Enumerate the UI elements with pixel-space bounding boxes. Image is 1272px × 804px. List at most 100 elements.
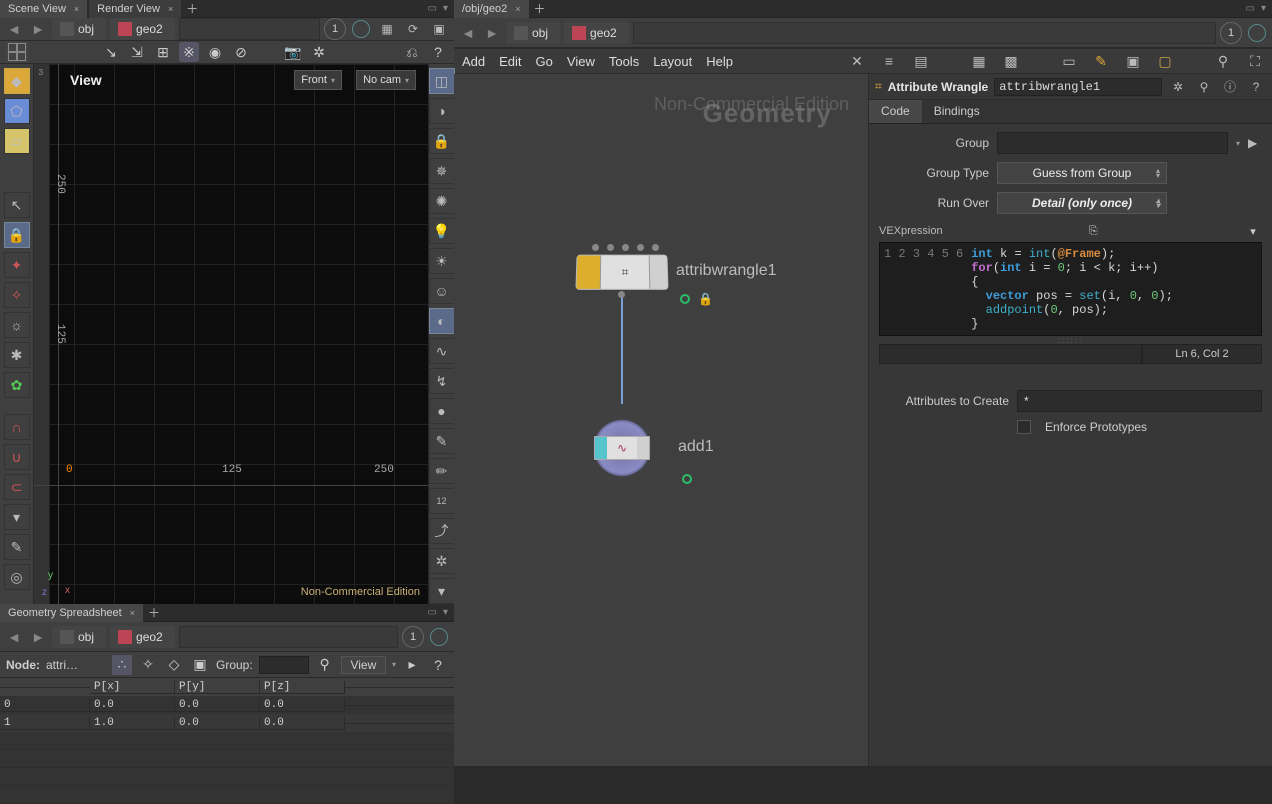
help-icon[interactable]: ? [428,655,448,675]
menu-caret-icon[interactable]: ▾ [443,3,448,14]
update-icon[interactable]: ⟳ [402,18,424,40]
disp-curve[interactable]: ∿ [429,338,455,364]
disp-tag[interactable]: 12 [429,488,455,514]
new-tab-button[interactable]: ＋ [183,0,201,17]
gear-icon[interactable]: ✲ [309,42,329,62]
tool-box[interactable]: ▱ [4,128,30,154]
tool-color[interactable]: ✿ [4,372,30,398]
menu-help[interactable]: Help [706,54,733,69]
breadcrumb-obj[interactable]: obj [52,626,106,648]
group-caret-icon[interactable]: ▾ [1236,139,1240,148]
tool-spot[interactable]: ☼ [4,312,30,338]
col-hdr-pz[interactable]: P[z] [260,681,345,694]
maximize-icon[interactable]: ▭ [428,3,437,14]
disp-paint[interactable]: ✎ [429,428,455,454]
group-field[interactable] [259,656,309,674]
breadcrumb-geo2[interactable]: geo2 [110,18,175,40]
node-attribwrangle1[interactable]: ⌗ attribwrangle1 🔒 [576,254,668,290]
class-verts-icon[interactable]: ✧ [138,655,158,675]
disp-bulb1[interactable]: 💡 [429,218,455,244]
disp-wire[interactable]: ◫ [429,68,455,94]
vex-code-editor[interactable]: 1 2 3 4 5 6 int k = int(@Frame); for(int… [879,242,1262,336]
box-icon[interactable]: ▢ [1156,52,1174,70]
take-icon[interactable]: ▦ [376,18,398,40]
disp-pen[interactable]: ✏ [429,458,455,484]
menu-caret-icon[interactable]: ▾ [443,607,448,618]
tool-brush[interactable]: ✎ [4,534,30,560]
vex-menu-icon[interactable]: ▾ [1244,222,1262,240]
breadcrumb-obj[interactable]: obj [506,22,560,44]
pin-indicator[interactable]: 1 [1220,22,1242,44]
nav-back-button[interactable]: ◄ [4,627,24,647]
palette2-icon[interactable]: ▩ [1002,52,1020,70]
class-detail-icon[interactable]: ▣ [190,655,210,675]
tool-caret[interactable]: ▾ [4,504,30,530]
view-front-dropdown[interactable]: Front▾ [294,70,342,90]
snap-grid-icon[interactable]: ⊞ [153,42,173,62]
group-picker-icon[interactable]: ▶ [1248,136,1262,150]
nav-back-button[interactable]: ◄ [458,23,478,43]
image-icon[interactable]: ▣ [1124,52,1142,70]
pin-indicator[interactable]: 1 [402,626,424,648]
page-icon[interactable]: ▤ [912,52,930,70]
tool-bug[interactable]: ✱ [4,342,30,368]
nav-fwd-button[interactable]: ► [28,627,48,647]
vex-editor-icon[interactable]: ⎘ [1084,222,1102,240]
tool-create-geo[interactable]: ◆ [4,68,30,94]
tool-primitive[interactable]: ⬠ [4,98,30,124]
sticky-icon[interactable]: ▭ [1060,52,1078,70]
maximize-icon[interactable]: ▭ [1246,3,1255,14]
resize-handle[interactable]: :::::: [879,336,1262,344]
node-path[interactable]: attri… [46,658,106,672]
disp-light2[interactable]: ✺ [429,188,455,214]
link-icon[interactable] [430,628,448,646]
info-icon[interactable]: ⓘ [1220,77,1240,97]
view-dropdown[interactable]: View [341,656,386,674]
menu-edit[interactable]: Edit [499,54,521,69]
tool-magnet2[interactable]: ∪ [4,444,30,470]
viewport[interactable]: 3 View Front▾ No cam▾ 250 125 0 125 250 … [34,64,428,604]
tool-magnet1[interactable]: ∩ [4,414,30,440]
disp-head[interactable]: ☺ [429,278,455,304]
menu-caret-icon[interactable]: ▾ [1261,3,1266,14]
disp-shaded[interactable]: ◐ [429,308,455,334]
disp-up[interactable]: ⤴ [429,518,455,544]
render-icon[interactable]: ▣ [428,18,450,40]
menu-add[interactable]: Add [462,54,485,69]
snap-point-icon[interactable]: ↘ [101,42,121,62]
note-icon[interactable]: ✎ [1092,52,1110,70]
tool-light-red[interactable]: ✦ [4,252,30,278]
nav-back-button[interactable]: ◄ [4,19,24,39]
nav-fwd-button[interactable]: ► [28,19,48,39]
path-dropdown[interactable] [179,18,320,40]
display-flag-icon[interactable] [680,294,690,304]
layout-grid-icon[interactable] [6,41,28,63]
tab-bindings[interactable]: Bindings [922,100,992,123]
path-dropdown[interactable] [633,22,1216,44]
table-row[interactable]: 1 1.0 0.0 0.0 [0,714,454,732]
disp-dot[interactable]: ● [429,398,455,424]
link-icon[interactable] [1248,24,1266,42]
pin-indicator[interactable]: 1 [324,18,346,40]
disp-lock[interactable]: 🔒 [429,128,455,154]
frame-icon[interactable]: ⛶ [1246,52,1264,70]
breadcrumb-geo2[interactable]: geo2 [564,22,629,44]
snap-options-icon[interactable]: ⎌ [402,42,422,62]
disp-light1[interactable]: ✵ [429,158,455,184]
nav-fwd-button[interactable]: ► [482,23,502,43]
tools-icon[interactable]: ✕ [848,52,866,70]
new-tab-button[interactable]: ＋ [145,604,163,621]
path-dropdown[interactable] [179,626,398,648]
attrcreate-field[interactable]: * [1017,390,1262,412]
col-hdr-py[interactable]: P[y] [175,681,260,694]
close-icon[interactable]: × [515,4,520,14]
menu-tools[interactable]: Tools [609,54,639,69]
node-inputs[interactable] [592,244,659,251]
tab-geo-spreadsheet[interactable]: Geometry Spreadsheet × [0,604,143,622]
snap-enabled-icon[interactable]: ※ [179,42,199,62]
disp-caret[interactable]: ▾ [429,578,455,604]
col-hdr-px[interactable]: P[x] [90,681,175,694]
enforce-checkbox[interactable] [1017,420,1031,434]
close-icon[interactable]: × [74,4,79,14]
menu-go[interactable]: Go [536,54,553,69]
